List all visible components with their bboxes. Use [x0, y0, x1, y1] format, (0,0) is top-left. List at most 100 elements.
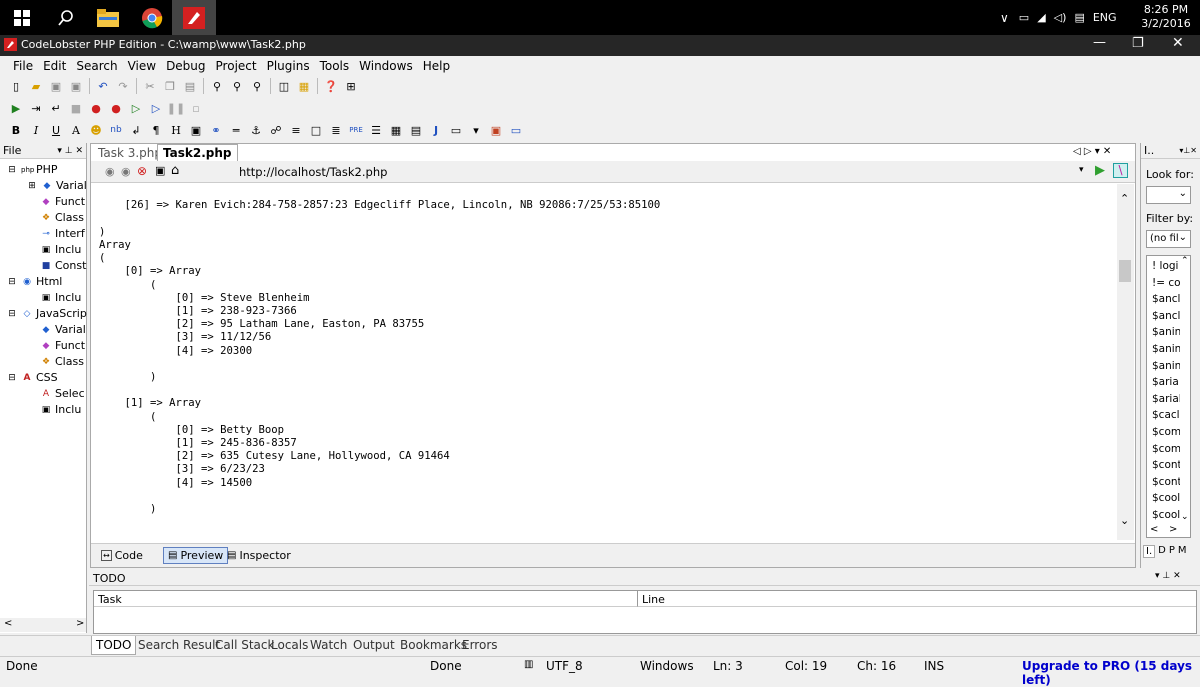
- continue-icon[interactable]: ▷: [128, 100, 144, 116]
- tree-node-includes[interactable]: ▣ Inclu: [40, 243, 82, 256]
- index-list-item[interactable]: $anin: [1152, 360, 1180, 372]
- collapse-icon[interactable]: ⊟: [6, 372, 18, 384]
- scroll-right-icon[interactable]: >: [76, 618, 84, 629]
- menu-debug[interactable]: Debug: [161, 59, 210, 73]
- form-icon[interactable]: ▤: [408, 122, 424, 138]
- settings-icon[interactable]: ▦: [296, 78, 312, 94]
- pause-icon[interactable]: ❚❚: [167, 100, 185, 116]
- minimize-button[interactable]: —: [1093, 35, 1106, 50]
- table-icon[interactable]: ▦: [388, 122, 404, 138]
- index-list-item[interactable]: $cool: [1152, 492, 1180, 504]
- index-list-item[interactable]: $anin: [1152, 326, 1180, 338]
- index-list-item[interactable]: $cacl: [1152, 409, 1180, 421]
- tree-node-css-includes[interactable]: ▣ Inclu: [40, 403, 82, 416]
- view-tab-inspector[interactable]: ▤ Inspector: [227, 549, 291, 562]
- paste-icon[interactable]: ▤: [182, 78, 198, 94]
- menu-view[interactable]: View: [123, 59, 161, 73]
- underline-icon[interactable]: U: [48, 122, 64, 138]
- panel-menu-icon[interactable]: ▾⊥✕: [1179, 146, 1197, 155]
- language-indicator[interactable]: ENG: [1093, 11, 1117, 24]
- tree-node-html-includes[interactable]: ▣ Inclu: [40, 291, 82, 304]
- index-list-item[interactable]: $anin: [1152, 343, 1180, 355]
- menu-file[interactable]: File: [8, 59, 38, 73]
- tab-output[interactable]: Output: [353, 638, 395, 652]
- find-in-files-icon[interactable]: ⚲: [249, 78, 265, 94]
- index-list-item[interactable]: ! logi: [1152, 260, 1180, 272]
- stop-load-icon[interactable]: ⊗: [137, 164, 147, 178]
- tree-node-interfaces[interactable]: ⊸ Interf: [40, 227, 84, 240]
- open-folder-icon[interactable]: ▰: [28, 78, 44, 94]
- select-icon[interactable]: ▾: [468, 122, 484, 138]
- index-list-item[interactable]: $arial: [1152, 393, 1180, 405]
- tab-watch[interactable]: Watch: [310, 638, 347, 652]
- tab-errors[interactable]: Errors: [462, 638, 498, 652]
- comment-icon[interactable]: ☍: [268, 122, 284, 138]
- close-button[interactable]: ✕: [1172, 35, 1184, 51]
- split-view-icon[interactable]: ◫: [276, 78, 292, 94]
- index-list-item[interactable]: $cont: [1152, 476, 1180, 488]
- refresh-icon[interactable]: ▣: [155, 164, 165, 177]
- tab-task3[interactable]: Task 3.php: [93, 144, 167, 161]
- todo-col-line[interactable]: Line: [638, 591, 1196, 607]
- view-tab-preview[interactable]: ▤ Preview: [163, 547, 229, 564]
- menu-search[interactable]: Search: [71, 59, 122, 73]
- script-icon[interactable]: J: [428, 122, 444, 138]
- search-icon[interactable]: [44, 0, 88, 35]
- tree-node-classes[interactable]: ❖ Class: [40, 211, 84, 224]
- tab-bookmarks[interactable]: Bookmarks: [400, 638, 467, 652]
- volume-icon[interactable]: ◁): [1054, 11, 1067, 24]
- tree-node-php[interactable]: ⊟ php PHP: [6, 163, 57, 176]
- index-list-item[interactable]: $ancl: [1152, 293, 1180, 305]
- highlight-icon[interactable]: \: [1113, 163, 1128, 178]
- tab-locals[interactable]: Locals: [271, 638, 308, 652]
- scroll-left-icon[interactable]: <: [1150, 524, 1158, 535]
- editor-vscroll[interactable]: ⌃ ⌄: [1117, 184, 1134, 540]
- replace-icon[interactable]: ⚲: [229, 78, 245, 94]
- input-icon[interactable]: ▭: [448, 122, 464, 138]
- menu-plugins[interactable]: Plugins: [262, 59, 315, 73]
- list-icon[interactable]: ☰: [368, 122, 384, 138]
- new-file-icon[interactable]: ▯: [8, 78, 24, 94]
- index-list-item[interactable]: $cont: [1152, 459, 1180, 471]
- restart-icon[interactable]: ▫: [188, 100, 204, 116]
- clock[interactable]: 8:26 PM 3/2/2016: [1138, 3, 1194, 31]
- expand-icon[interactable]: ⊞: [26, 180, 38, 192]
- url-input[interactable]: http://localhost/Task2.php: [239, 165, 387, 179]
- tab-m-right[interactable]: M: [1178, 545, 1187, 558]
- emoji-icon[interactable]: ☻: [88, 122, 104, 138]
- run-icon[interactable]: ▶: [8, 100, 24, 116]
- tree-node-selectors[interactable]: A Selec: [40, 387, 85, 400]
- wifi-icon[interactable]: ◢: [1037, 11, 1045, 24]
- breakpoint-icon[interactable]: ●: [88, 100, 104, 116]
- redo-icon[interactable]: ↷: [115, 78, 131, 94]
- tab-search-result[interactable]: Search Result: [138, 638, 220, 652]
- menu-tools[interactable]: Tools: [315, 59, 355, 73]
- paragraph-icon[interactable]: ¶: [148, 122, 164, 138]
- forward-icon[interactable]: ◉: [121, 165, 131, 178]
- maximize-button[interactable]: ❐: [1132, 36, 1144, 51]
- div-icon[interactable]: □: [308, 122, 324, 138]
- look-for-input[interactable]: ⌄: [1146, 186, 1191, 204]
- menu-edit[interactable]: Edit: [38, 59, 71, 73]
- menu-project[interactable]: Project: [211, 59, 262, 73]
- index-list-item[interactable]: $ancl: [1152, 310, 1180, 322]
- menu-windows[interactable]: Windows: [354, 59, 418, 73]
- tree-node-functions[interactable]: ◆ Funct: [40, 195, 86, 208]
- windows-start-icon[interactable]: [0, 0, 44, 35]
- panel-menu-icon[interactable]: ▾ ⊥ ✕: [57, 146, 83, 156]
- help-icon[interactable]: ❓: [323, 78, 339, 94]
- about-icon[interactable]: ⊞: [343, 78, 359, 94]
- home-icon[interactable]: ⌂: [171, 163, 179, 178]
- tree-node-html[interactable]: ⊟ ◉ Html: [6, 275, 62, 288]
- cut-icon[interactable]: ✂: [142, 78, 158, 94]
- frame-icon[interactable]: ▣: [488, 122, 504, 138]
- index-list-item[interactable]: != co: [1152, 277, 1180, 289]
- filter-select[interactable]: (no fil ⌄: [1146, 230, 1191, 248]
- back-icon[interactable]: ◉: [105, 165, 115, 178]
- tab-index[interactable]: I.: [1143, 545, 1156, 558]
- upgrade-link[interactable]: Upgrade to PRO (15 days left): [1022, 659, 1200, 687]
- pre-icon[interactable]: PRE: [348, 122, 364, 138]
- anchor-icon[interactable]: ⚓: [248, 122, 264, 138]
- menu-help[interactable]: Help: [418, 59, 455, 73]
- stop-icon[interactable]: ■: [68, 100, 84, 116]
